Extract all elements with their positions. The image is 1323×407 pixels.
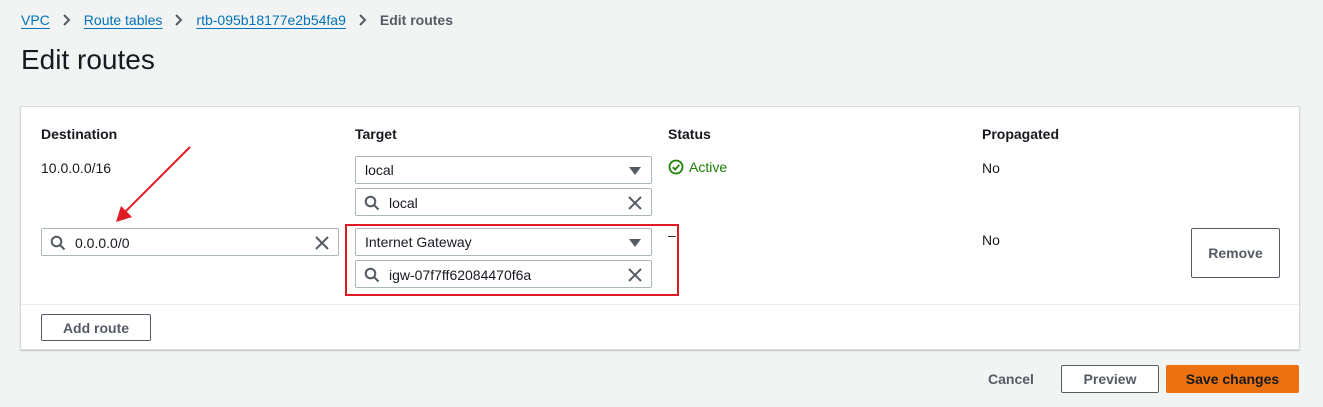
close-icon[interactable] (314, 235, 330, 251)
route-1-destination: 10.0.0.0/16 (41, 160, 112, 176)
search-icon (364, 195, 380, 211)
caret-down-icon (629, 167, 641, 175)
breadcrumb-link-route-table-id[interactable]: rtb-095b18177e2b54fa9 (196, 12, 345, 28)
search-icon (50, 235, 66, 251)
close-icon[interactable] (627, 267, 643, 283)
route-2-target-search-value: igw-07f7ff62084470f6a (389, 267, 532, 283)
route-1-status-text: Active (689, 159, 728, 175)
route-2-destination-input[interactable]: 0.0.0.0/0 (41, 228, 339, 256)
route-1-propagated: No (982, 160, 1000, 176)
chevron-right-icon (174, 14, 184, 26)
breadcrumb-link-route-tables[interactable]: Route tables (84, 12, 163, 28)
chevron-right-icon (62, 14, 72, 26)
chevron-right-icon (358, 14, 368, 26)
breadcrumb-current: Edit routes (379, 12, 453, 28)
route-1-target-search-value: local (389, 195, 418, 211)
route-2-target-type-value: Internet Gateway (365, 234, 472, 250)
add-route-button[interactable]: Add route (41, 314, 151, 341)
save-changes-button[interactable]: Save changes (1166, 365, 1299, 393)
route-1-target-type-select[interactable]: local (355, 156, 652, 184)
page-title: Edit routes (21, 44, 155, 75)
route-2-propagated: No (982, 232, 1000, 248)
route-1-status: Active (668, 159, 727, 175)
route-2-target-search-input[interactable]: igw-07f7ff62084470f6a (355, 260, 652, 288)
caret-down-icon (629, 239, 641, 247)
route-1-target-type-value: local (365, 162, 394, 178)
routes-panel: Destination Target Status Propagated 10.… (20, 106, 1300, 350)
route-1-target-search-input[interactable]: local (355, 188, 652, 216)
breadcrumb-link-vpc[interactable]: VPC (21, 12, 50, 28)
remove-route-button[interactable]: Remove (1191, 228, 1280, 278)
divider (21, 304, 1299, 305)
route-2-destination-value: 0.0.0.0/0 (75, 235, 130, 251)
search-icon (364, 267, 380, 283)
column-header-propagated: Propagated (982, 126, 1060, 142)
breadcrumb: VPC Route tables rtb-095b18177e2b54fa9 E… (21, 11, 453, 29)
check-circle-icon (668, 159, 684, 175)
column-header-status: Status (668, 126, 711, 142)
preview-button[interactable]: Preview (1061, 365, 1159, 393)
column-header-target: Target (355, 126, 397, 142)
route-2-status: – (668, 227, 676, 243)
route-2-target-type-select[interactable]: Internet Gateway (355, 228, 652, 256)
close-icon[interactable] (627, 195, 643, 211)
cancel-button[interactable]: Cancel (976, 365, 1046, 393)
column-header-destination: Destination (41, 126, 118, 142)
